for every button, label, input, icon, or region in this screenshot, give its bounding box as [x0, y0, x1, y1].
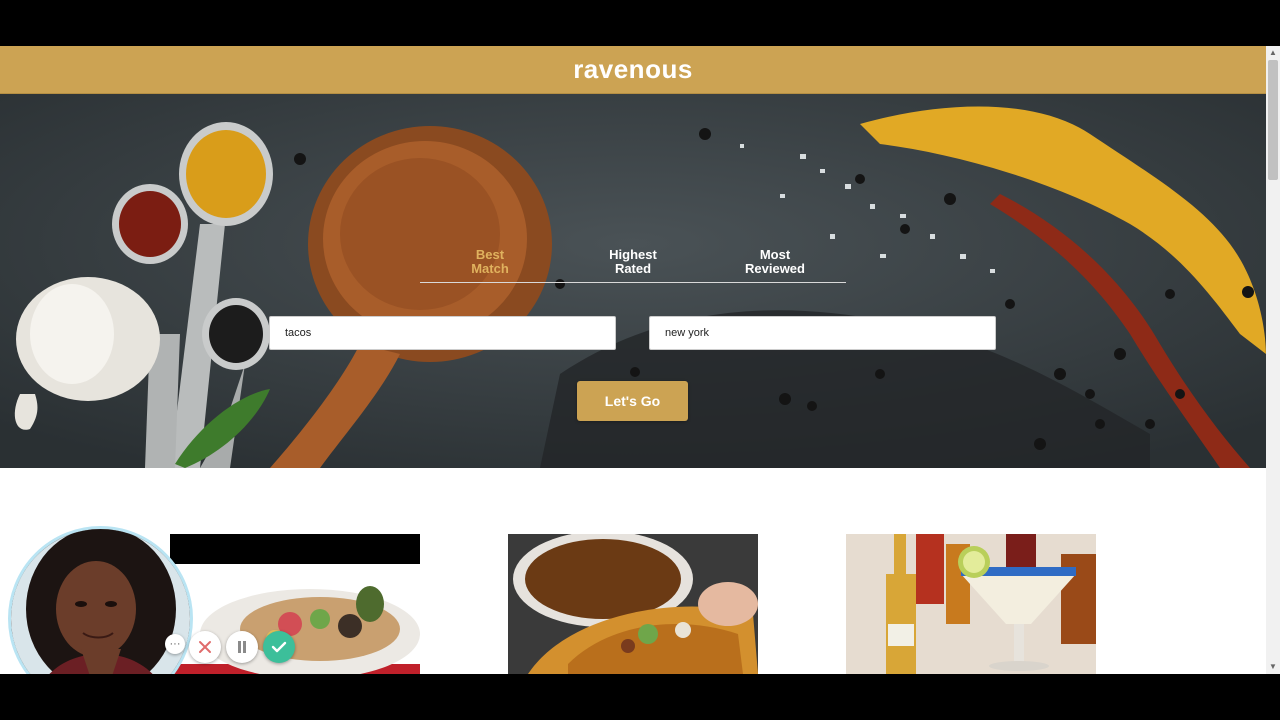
recorder-confirm-button[interactable] — [263, 631, 295, 663]
search-hero: Best Match Highest Rated Most Reviewed L… — [0, 94, 1266, 468]
app-header: ravenous — [0, 46, 1266, 94]
browser-viewport: ravenous Best Match Highest Rated Most R… — [0, 46, 1266, 674]
search-term-input[interactable] — [269, 316, 616, 350]
tab-best-match[interactable]: Best Match — [435, 248, 545, 276]
tab-best-match-line1: Best — [475, 247, 505, 262]
scroll-down-arrow-icon[interactable]: ▼ — [1266, 660, 1280, 674]
presenter-photo — [11, 529, 190, 674]
recorder-cancel-button[interactable] — [189, 631, 221, 663]
page-scrollbar[interactable]: ▲ ▼ — [1266, 46, 1280, 674]
pause-icon — [238, 641, 246, 653]
tab-highest-rated[interactable]: Highest Rated — [578, 248, 688, 276]
tab-highest-rated-line1: Highest — [609, 247, 657, 262]
close-icon — [199, 641, 211, 653]
webcam-avatar — [8, 526, 193, 674]
tab-best-match-line2: Match — [471, 261, 509, 276]
recorder-pause-button[interactable] — [226, 631, 258, 663]
business-card-image[interactable] — [846, 534, 1096, 674]
check-icon — [271, 641, 287, 653]
tab-most-reviewed-line2: Reviewed — [745, 261, 805, 276]
search-location-input[interactable] — [649, 316, 996, 350]
scroll-up-arrow-icon[interactable]: ▲ — [1266, 46, 1280, 60]
tab-most-reviewed[interactable]: Most Reviewed — [720, 248, 830, 276]
screen-bottom-bar — [0, 674, 1280, 720]
tab-most-reviewed-line1: Most — [759, 247, 791, 262]
lets-go-button[interactable]: Let's Go — [577, 381, 688, 421]
recorder-more-button[interactable]: ··· — [165, 634, 185, 654]
screen-top-bar — [0, 0, 1280, 46]
business-card-image[interactable] — [508, 534, 758, 674]
scrollbar-thumb[interactable] — [1268, 60, 1278, 180]
tab-highest-rated-line2: Rated — [614, 261, 652, 276]
sort-tabs: Best Match Highest Rated Most Reviewed — [420, 248, 846, 283]
drinks-image — [846, 534, 1096, 674]
brand-title: ravenous — [573, 54, 693, 84]
birria-taco-image — [508, 534, 758, 674]
